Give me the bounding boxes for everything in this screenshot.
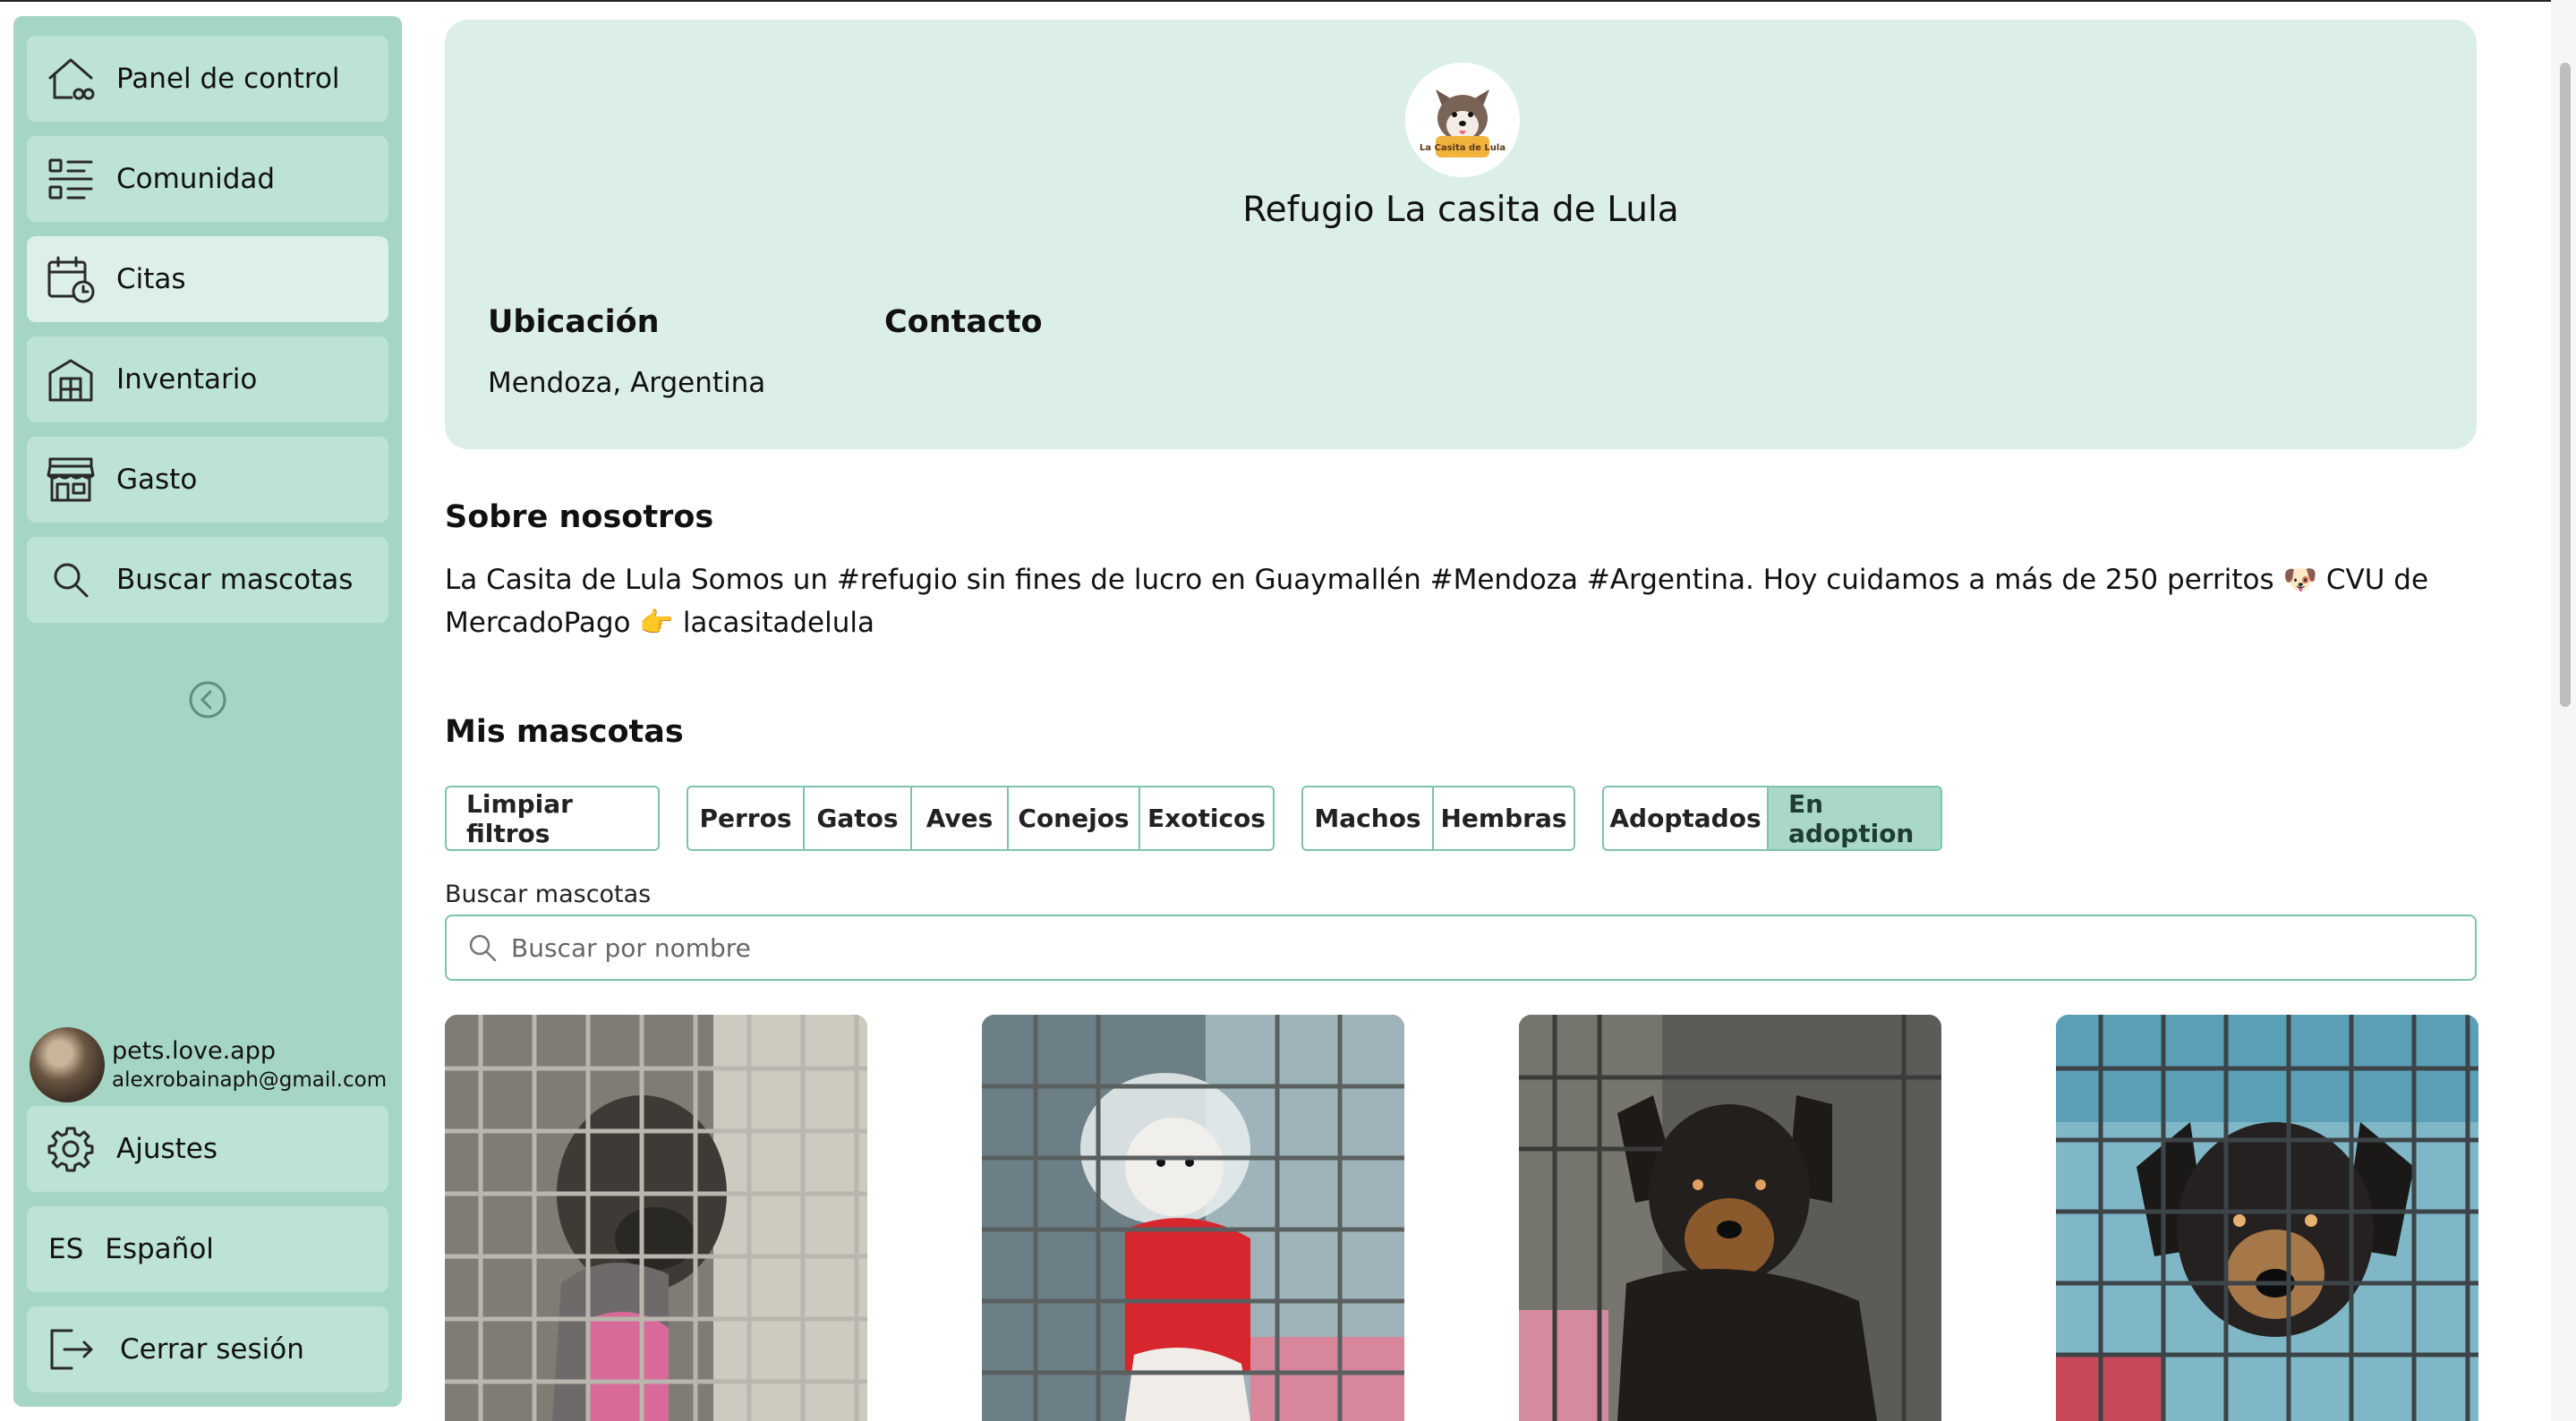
pet-card[interactable]: [445, 1015, 867, 1421]
list-icon: [45, 153, 97, 205]
shelter-logo: La Casita de Lula: [1405, 63, 1520, 177]
filter-adoptados[interactable]: Adoptados: [1604, 787, 1769, 849]
filter-en-adoption[interactable]: En adoption: [1769, 787, 1941, 849]
sidebar: Panel de control Comunidad Citas Inventa…: [13, 16, 402, 1407]
pet-photo: [982, 1015, 1404, 1421]
filter-machos[interactable]: Machos: [1303, 787, 1434, 849]
sidebar-item-panel-de-control[interactable]: Panel de control: [27, 36, 388, 122]
settings-label: Ajustes: [116, 1133, 218, 1165]
calendar-clock-icon: [45, 253, 97, 305]
search-label: Buscar mascotas: [445, 881, 652, 908]
search-field[interactable]: [445, 915, 2477, 981]
sidebar-item-label: Inventario: [116, 363, 258, 396]
species-filter-group: Perros Gatos Aves Conejos Exoticos: [687, 786, 1275, 851]
filter-conejos[interactable]: Conejos: [1009, 787, 1140, 849]
contact-label: Contacto: [884, 304, 1043, 340]
chevron-left-circle-icon[interactable]: [186, 678, 229, 721]
gear-icon: [45, 1123, 97, 1175]
pet-photo: [445, 1015, 867, 1421]
location-value: Mendoza, Argentina: [488, 367, 766, 399]
pet-card[interactable]: [982, 1015, 1404, 1421]
pet-card[interactable]: [1519, 1015, 1941, 1421]
about-text: La Casita de Lula Somos un #refugio sin …: [445, 564, 2429, 639]
sex-filter-group: Machos Hembras: [1301, 786, 1575, 851]
user-profile[interactable]: pets.love.app alexrobainaph@gmail.com: [30, 1025, 388, 1104]
language-label: Español: [105, 1233, 214, 1265]
logout-button[interactable]: Cerrar sesión: [27, 1306, 388, 1392]
logout-icon: [45, 1323, 97, 1375]
logo-text: La Casita de Lula: [1420, 143, 1506, 153]
settings-button[interactable]: Ajustes: [27, 1106, 388, 1192]
sidebar-item-label: Gasto: [116, 464, 198, 496]
filter-aves[interactable]: Aves: [912, 787, 1009, 849]
sidebar-item-label: Citas: [116, 263, 186, 295]
user-name: pets.love.app: [112, 1037, 277, 1065]
pet-card[interactable]: [2056, 1015, 2478, 1421]
filter-gatos[interactable]: Gatos: [805, 787, 912, 849]
sidebar-item-comunidad[interactable]: Comunidad: [27, 136, 388, 222]
avatar: [30, 1027, 105, 1102]
location-label: Ubicación: [488, 304, 660, 340]
sidebar-item-buscar-mascotas[interactable]: Buscar mascotas: [27, 537, 388, 623]
language-code: ES: [48, 1233, 84, 1265]
sidebar-item-gasto[interactable]: Gasto: [27, 437, 388, 523]
sidebar-item-citas[interactable]: Citas: [27, 236, 388, 322]
clear-filters-button[interactable]: Limpiar filtros: [447, 787, 658, 849]
pet-photo: [2056, 1015, 2478, 1421]
sidebar-item-inventario[interactable]: Inventario: [27, 336, 388, 422]
search-input[interactable]: [511, 932, 2435, 963]
user-email: alexrobainaph@gmail.com: [112, 1068, 388, 1092]
sidebar-item-label: Panel de control: [116, 63, 340, 95]
filter-exoticos[interactable]: Exoticos: [1140, 787, 1273, 849]
sidebar-item-label: Buscar mascotas: [116, 564, 354, 596]
search-icon: [45, 554, 97, 606]
language-selector[interactable]: ES Español: [27, 1206, 388, 1292]
filter-hembras[interactable]: Hembras: [1434, 787, 1574, 849]
window-top-border: [0, 0, 2576, 2]
sidebar-item-label: Comunidad: [116, 163, 276, 195]
about-title: Sobre nosotros: [445, 499, 714, 535]
store-icon: [45, 454, 97, 506]
filter-perros[interactable]: Perros: [688, 787, 805, 849]
pet-photo: [1519, 1015, 1941, 1421]
clear-filters-group: Limpiar filtros: [445, 786, 660, 851]
pets-title: Mis mascotas: [445, 714, 684, 750]
home-icon: [45, 53, 97, 105]
logout-label: Cerrar sesión: [120, 1333, 304, 1366]
scrollbar-thumb[interactable]: [2560, 63, 2571, 707]
status-filter-group: Adoptados En adoption: [1602, 786, 1942, 851]
page-scrollbar[interactable]: [2551, 0, 2576, 1421]
building-icon: [45, 353, 97, 405]
search-icon: [465, 930, 500, 966]
shelter-name: Refugio La casita de Lula: [1242, 190, 1679, 230]
